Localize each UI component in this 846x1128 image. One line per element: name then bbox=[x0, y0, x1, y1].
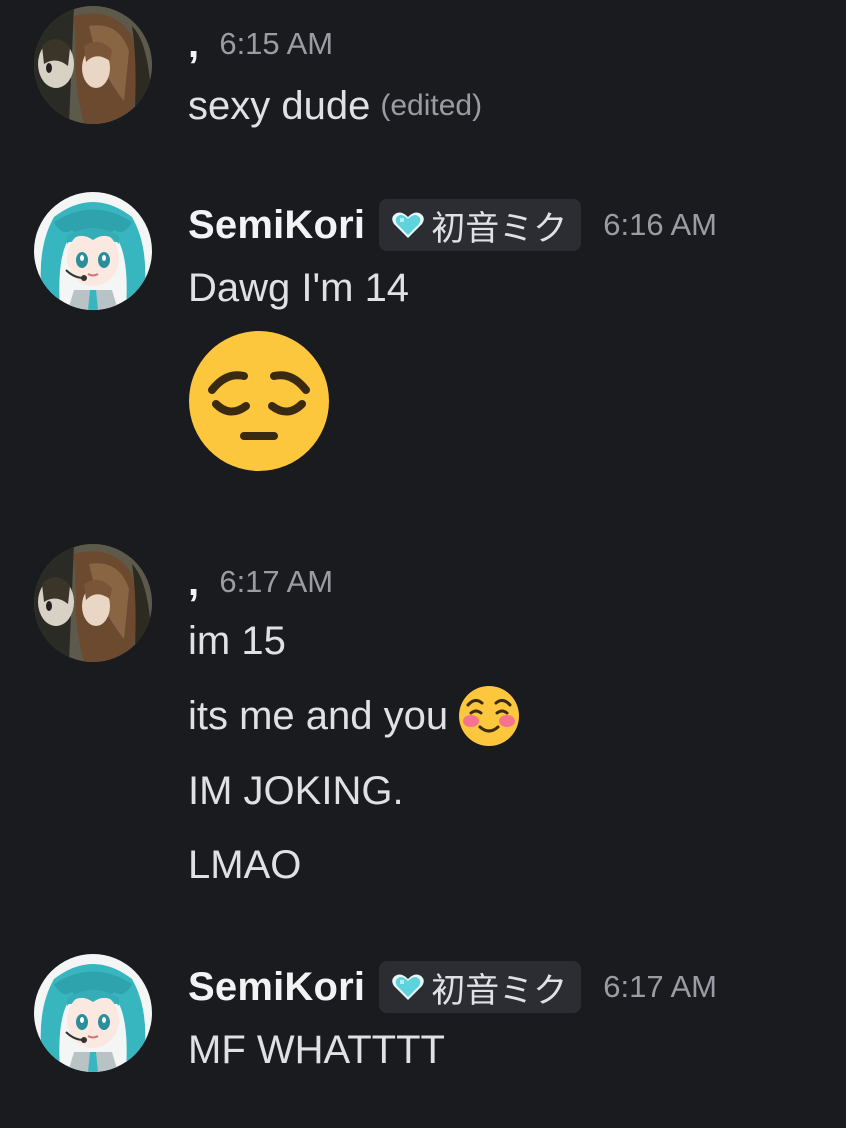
message-timestamp: 6:17 AM bbox=[219, 564, 334, 599]
brown-hair-anime-avatar bbox=[34, 6, 152, 124]
message-timestamp: 6:15 AM bbox=[219, 26, 334, 61]
message-line: its me and you bbox=[188, 684, 520, 748]
author-name[interactable]: , bbox=[188, 22, 199, 67]
cyan-heart-icon bbox=[392, 974, 424, 1000]
user-avatar[interactable] bbox=[34, 192, 152, 310]
message-line: Dawg I'm 14 bbox=[188, 264, 409, 312]
message-timestamp: 6:17 AM bbox=[603, 969, 717, 1004]
message-line: im 15 bbox=[188, 616, 286, 666]
message-line: LMAO bbox=[188, 840, 301, 890]
user-avatar[interactable] bbox=[34, 954, 152, 1072]
message-text: Dawg I'm 14 bbox=[188, 265, 410, 310]
message-text: IM JOKING. bbox=[188, 768, 404, 813]
user-avatar[interactable] bbox=[34, 544, 152, 662]
smiling-face-emoji bbox=[459, 686, 520, 746]
pensive-face-emoji bbox=[189, 331, 329, 471]
author-name[interactable]: SemiKori bbox=[188, 203, 365, 248]
message-text: im 15 bbox=[188, 618, 286, 663]
role-tag[interactable]: 初音ミク bbox=[379, 199, 582, 251]
message-line: sexy dude (edited) bbox=[188, 82, 482, 130]
cyan-heart-icon bbox=[392, 212, 424, 238]
message-timestamp: 6:16 AM bbox=[603, 207, 717, 242]
message-line: MF WHATTTT bbox=[188, 1026, 445, 1074]
role-tag[interactable]: 初音ミク bbox=[379, 961, 582, 1013]
message-text: sexy dude bbox=[188, 83, 371, 128]
message-text: its me and you bbox=[188, 693, 449, 738]
role-tag-text: 初音ミク bbox=[431, 208, 568, 249]
edited-label: (edited) bbox=[380, 89, 483, 122]
message-text: LMAO bbox=[188, 842, 302, 887]
brown-hair-anime-avatar bbox=[34, 544, 152, 662]
author-name[interactable]: SemiKori bbox=[188, 965, 365, 1010]
miku-avatar bbox=[34, 954, 152, 1072]
chat-message-list: , 6:15 AM sexy dude (edited) SemiKori 初音… bbox=[0, 0, 846, 1128]
author-name[interactable]: , bbox=[188, 560, 199, 605]
role-tag-text: 初音ミク bbox=[431, 970, 568, 1011]
miku-avatar bbox=[34, 192, 152, 310]
user-avatar[interactable] bbox=[34, 6, 152, 124]
message-line: IM JOKING. bbox=[188, 766, 404, 816]
message-text: MF WHATTTT bbox=[188, 1027, 445, 1072]
